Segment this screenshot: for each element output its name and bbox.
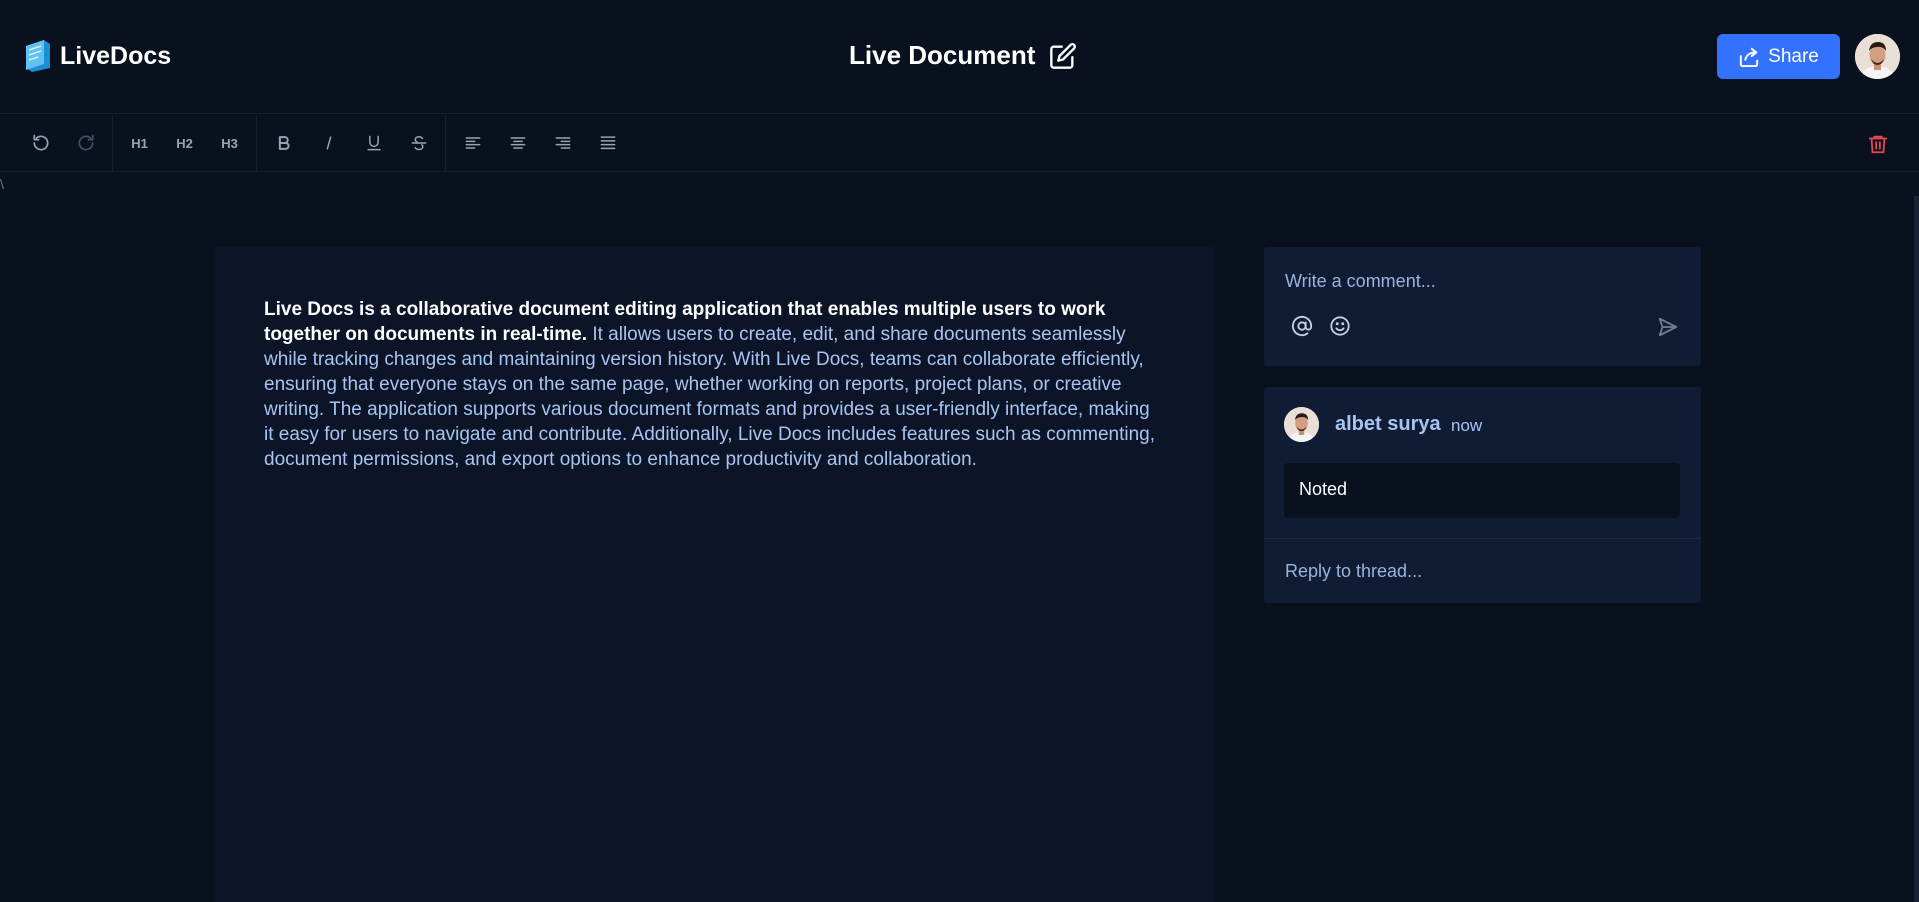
user-avatar[interactable] bbox=[1855, 34, 1900, 79]
italic-icon bbox=[326, 136, 331, 150]
align-justify-button[interactable] bbox=[585, 123, 630, 163]
underline-icon bbox=[366, 135, 381, 151]
scrollbar[interactable] bbox=[1914, 196, 1919, 902]
share-label: Share bbox=[1768, 45, 1819, 67]
comment-timestamp: now bbox=[1451, 416, 1483, 435]
avatar-image bbox=[1855, 34, 1900, 79]
document-title[interactable]: Live Document bbox=[849, 40, 1035, 71]
align-left-button[interactable] bbox=[450, 123, 495, 163]
emoji-icon[interactable] bbox=[1329, 315, 1351, 337]
avatar-image bbox=[1284, 407, 1319, 442]
document-editor[interactable]: Live Docs is a collaborative document ed… bbox=[214, 247, 1214, 902]
underline-button[interactable] bbox=[351, 123, 396, 163]
document-title-area: Live Document bbox=[849, 40, 1077, 71]
logo-icon bbox=[26, 40, 50, 72]
history-group bbox=[0, 115, 113, 171]
heading-3-button[interactable]: H3 bbox=[207, 123, 252, 163]
document-body-text: It allows users to create, edit, and sha… bbox=[264, 324, 1156, 470]
comment-composer bbox=[1264, 247, 1701, 366]
mention-icon[interactable] bbox=[1291, 315, 1313, 337]
send-icon[interactable] bbox=[1657, 316, 1679, 338]
app-name: LiveDocs bbox=[60, 41, 172, 70]
comment-input[interactable] bbox=[1285, 269, 1665, 293]
trash-icon bbox=[1868, 135, 1888, 154]
editor-toolbar: H1 H2 H3 bbox=[0, 115, 1919, 172]
comment-author: albet surya bbox=[1335, 413, 1441, 435]
undo-button[interactable] bbox=[18, 123, 63, 163]
thread-divider bbox=[1264, 538, 1701, 539]
share-button[interactable]: Share bbox=[1717, 34, 1840, 79]
stray-character: \ bbox=[0, 176, 4, 192]
align-center-icon bbox=[510, 137, 525, 149]
comment-author-avatar bbox=[1284, 407, 1319, 442]
comment-thread: albet surya now Noted bbox=[1264, 387, 1701, 603]
align-left-icon bbox=[465, 137, 480, 149]
app-header: LiveDocs Live Document Share bbox=[0, 0, 1919, 114]
align-right-icon bbox=[555, 137, 570, 149]
redo-button[interactable] bbox=[63, 123, 108, 163]
undo-icon bbox=[33, 134, 48, 151]
bold-icon bbox=[278, 136, 290, 150]
align-group bbox=[446, 115, 634, 171]
heading-2-button[interactable]: H2 bbox=[162, 123, 207, 163]
logo[interactable]: LiveDocs bbox=[22, 38, 171, 74]
strikethrough-icon bbox=[411, 135, 426, 151]
edit-icon[interactable] bbox=[1049, 42, 1077, 70]
reply-input[interactable] bbox=[1285, 559, 1675, 583]
document-content[interactable]: Live Docs is a collaborative document ed… bbox=[264, 297, 1164, 472]
comment-message: Noted bbox=[1284, 463, 1680, 518]
format-group bbox=[257, 115, 446, 171]
bold-button[interactable] bbox=[261, 123, 306, 163]
italic-button[interactable] bbox=[306, 123, 351, 163]
delete-document-button[interactable] bbox=[1862, 128, 1894, 160]
strikethrough-button[interactable] bbox=[396, 123, 441, 163]
align-justify-icon bbox=[600, 136, 615, 150]
heading-group: H1 H2 H3 bbox=[113, 115, 257, 171]
align-right-button[interactable] bbox=[540, 123, 585, 163]
redo-icon bbox=[78, 134, 93, 151]
heading-1-button[interactable]: H1 bbox=[117, 123, 162, 163]
align-center-button[interactable] bbox=[495, 123, 540, 163]
share-icon bbox=[1739, 47, 1759, 67]
